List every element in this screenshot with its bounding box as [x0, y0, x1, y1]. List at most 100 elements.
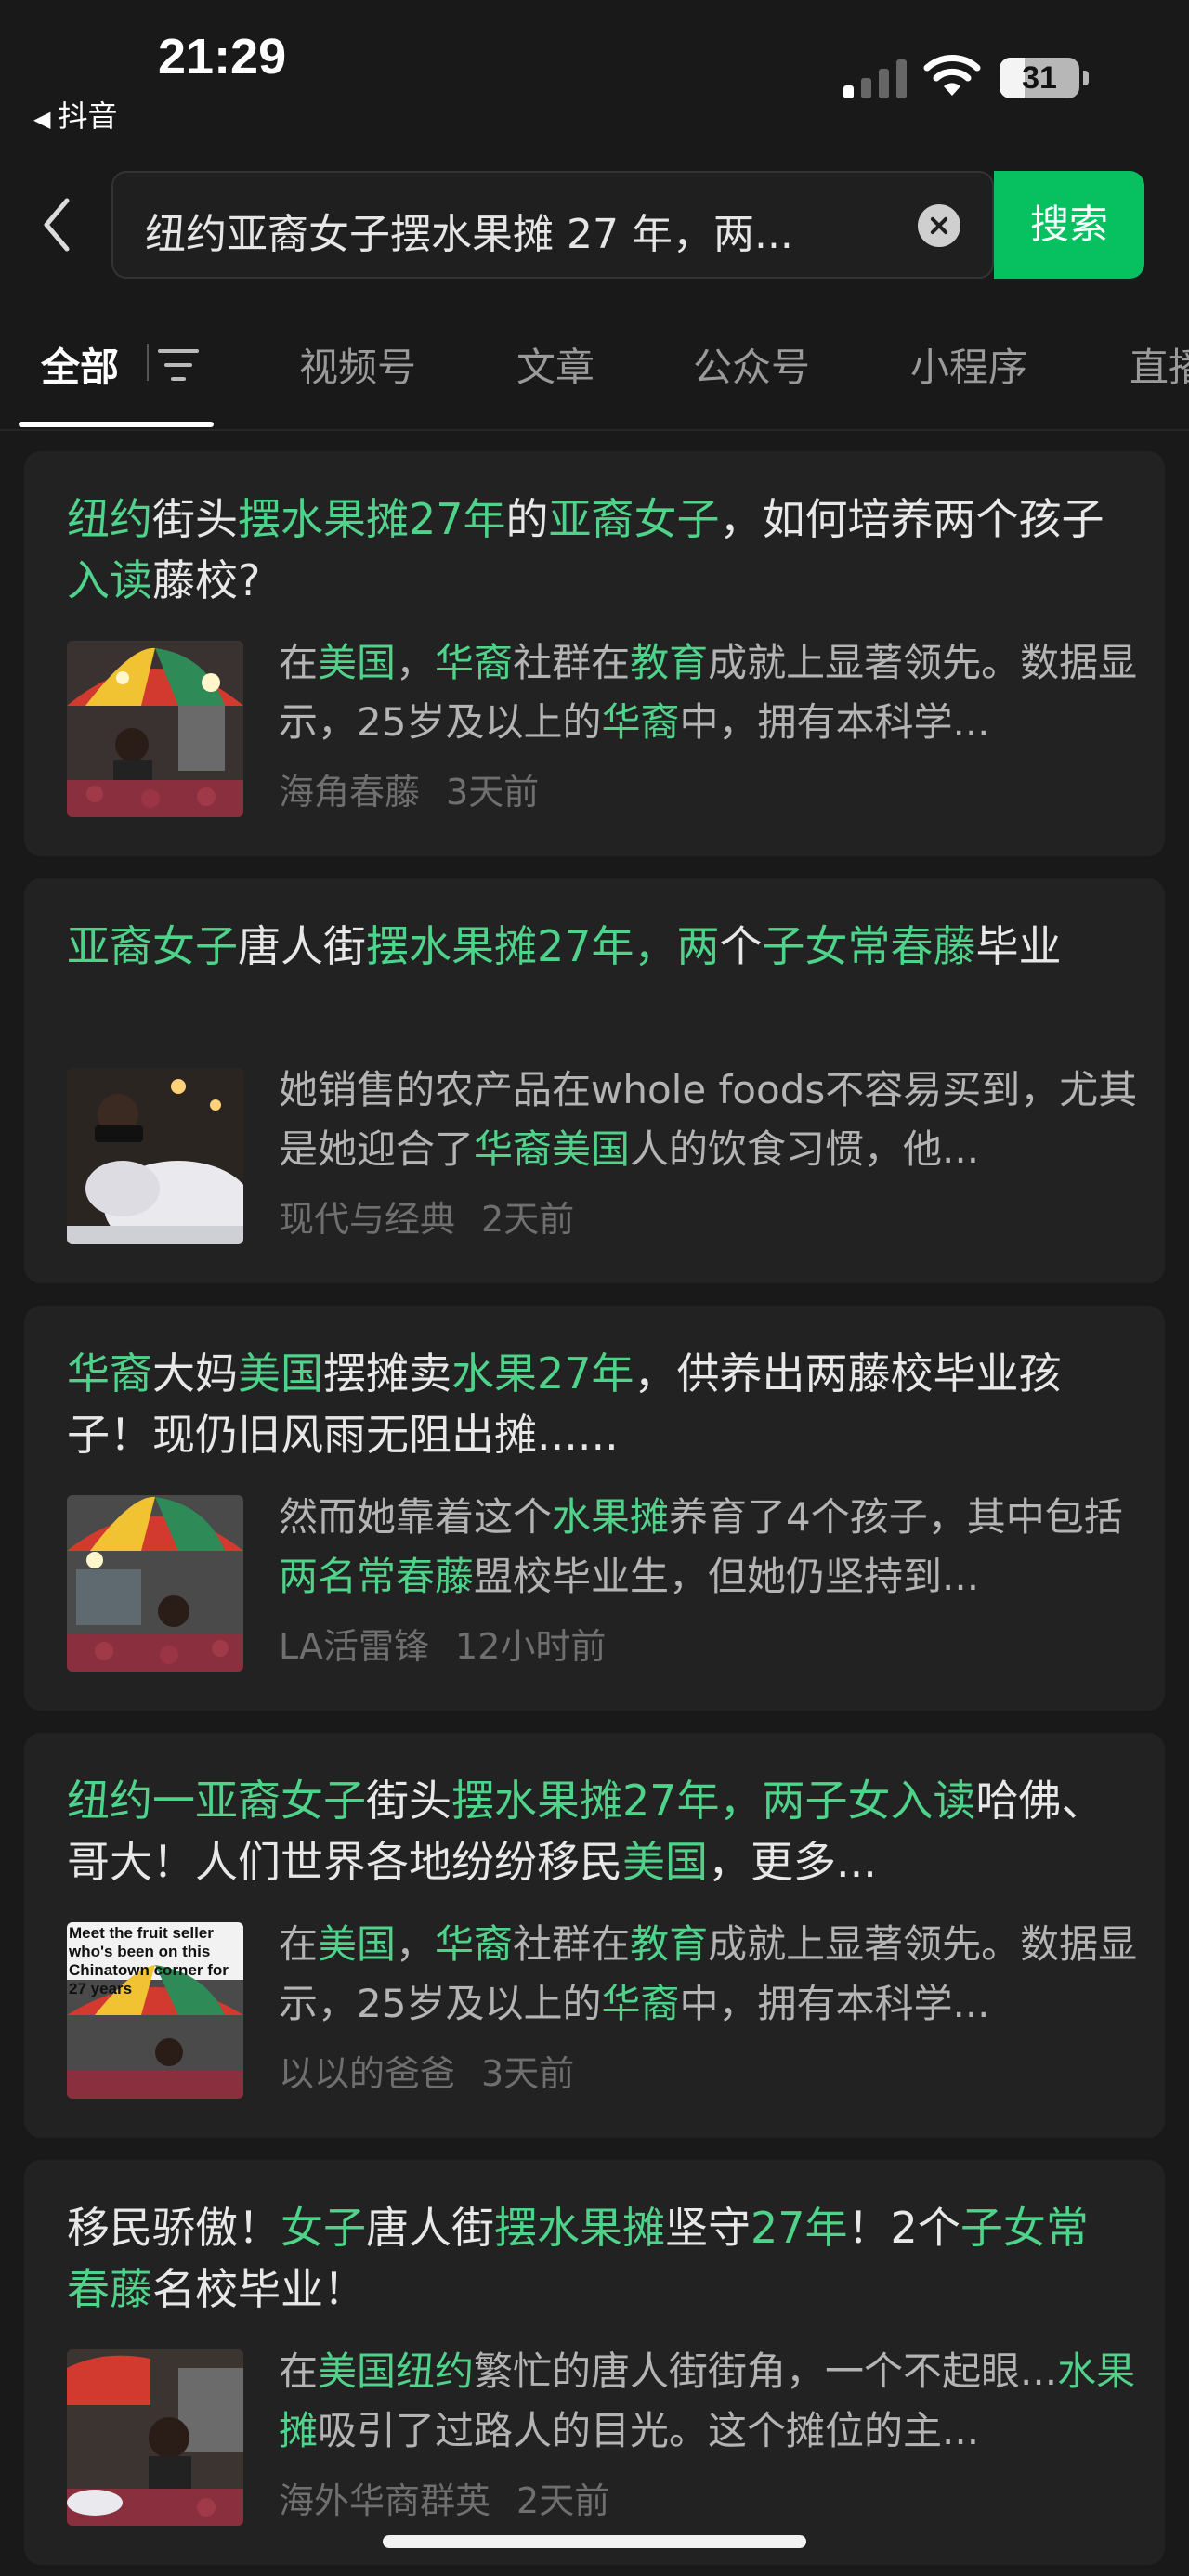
result-card[interactable]: 纽约一亚裔女子街头摆水果摊27年，两子女入读哈佛、哥大！人们世界各地纷纷移民美国… — [24, 1733, 1165, 2138]
highlighted-keyword: 摆水果摊 — [494, 2203, 665, 2253]
highlighted-keyword: 水果摊 — [552, 1494, 670, 1540]
highlighted-keyword: 美国 — [318, 640, 397, 685]
thumbnail-image — [67, 641, 243, 817]
text-segment: 人的饮食习惯，他... — [630, 1126, 980, 1172]
tab-divider — [147, 344, 149, 381]
search-input[interactable]: 纽约亚裔女子摆水果摊 27 年，两... — [111, 171, 994, 279]
result-source[interactable]: 现代与经典 — [279, 1199, 455, 1240]
highlighted-keyword: 子女常春藤 — [762, 921, 976, 971]
thumbnail-image — [67, 1068, 243, 1244]
result-time: 12小时前 — [455, 1626, 607, 1667]
battery-icon: 31 — [1000, 58, 1079, 98]
result-snippet: 然而她靠着这个水果摊养育了4个孩子，其中包括两名常春藤盟校毕业生，但她仍坚持到.… — [279, 1488, 1152, 1607]
text-segment: 坚守 — [665, 2203, 751, 2253]
text-segment: 社群在 — [513, 1921, 631, 1967]
result-time: 2天前 — [516, 2480, 610, 2521]
result-card[interactable]: 亚裔女子唐人街摆水果摊27年，两个子女常春藤毕业 她销售的农产品在whole f… — [24, 878, 1165, 1283]
signal-icon — [843, 58, 907, 98]
text-segment: 摆摊卖 — [323, 1348, 451, 1399]
back-chevron-icon[interactable] — [37, 195, 78, 254]
battery-cap — [1083, 71, 1089, 85]
highlighted-keyword: 华裔 — [435, 640, 514, 685]
result-meta: 海角春藤 3天前 — [279, 763, 539, 814]
result-card[interactable]: 纽约街头摆水果摊27年的亚裔女子，如何培养两个孩子入读藤校? 在美国，华裔社群在… — [24, 451, 1165, 856]
result-meta: 现代与经典 2天前 — [279, 1190, 574, 1242]
thumbnail-image: Meet the fruit seller who's been on this… — [67, 1922, 243, 2099]
text-segment: ， — [396, 1921, 436, 1967]
filter-icon[interactable] — [158, 347, 199, 383]
text-segment: 大妈 — [152, 1348, 238, 1399]
clear-icon[interactable] — [918, 204, 960, 247]
tab-official-accounts[interactable]: 公众号 — [693, 336, 810, 393]
home-indicator[interactable] — [383, 2535, 806, 2548]
thumbnail-image — [67, 1495, 243, 1672]
result-card[interactable]: 移民骄傲！女子唐人街摆水果摊坚守27年！2个子女常春藤名校毕业！ 在美国纽约繁忙… — [24, 2160, 1165, 2565]
tab-all[interactable]: 全部 — [41, 336, 119, 393]
highlighted-keyword: 亚裔女子 — [548, 494, 720, 544]
result-title[interactable]: 纽约街头摆水果摊27年的亚裔女子，如何培养两个孩子入读藤校? — [67, 488, 1126, 611]
tab-articles[interactable]: 文章 — [516, 336, 594, 393]
highlighted-keyword: 美国 — [622, 1837, 708, 1887]
highlighted-keyword: 水果27年 — [451, 1348, 634, 1399]
text-segment: 在 — [279, 640, 319, 685]
text-segment: 养育了4个孩子，其中包括 — [669, 1494, 1123, 1540]
wifi-icon — [923, 55, 981, 96]
search-query[interactable]: 纽约亚裔女子摆水果摊 27 年，两... — [145, 201, 916, 260]
search-button[interactable]: 搜索 — [994, 171, 1144, 279]
text-segment: ！2个 — [847, 2203, 960, 2253]
back-to-app-link[interactable]: ◀ 抖音 — [33, 93, 117, 136]
result-source[interactable]: 海外华商群英 — [279, 2480, 490, 2521]
text-segment: 街头 — [152, 494, 238, 544]
highlighted-keyword: 亚裔女子 — [67, 921, 238, 971]
result-title[interactable]: 华裔大妈美国摆摊卖水果27年，供养出两藤校毕业孩子！现仍旧风雨无阻出摊.....… — [67, 1343, 1126, 1465]
text-segment: 社群在 — [513, 640, 631, 685]
highlighted-keyword: 27年 — [751, 2203, 848, 2253]
text-segment: 毕业 — [975, 921, 1062, 971]
highlighted-keyword: 华裔 — [67, 1348, 152, 1399]
back-triangle-icon: ◀ — [33, 106, 51, 132]
text-segment: 中，拥有本科学... — [679, 1981, 990, 2026]
result-title[interactable]: 亚裔女子唐人街摆水果摊27年，两个子女常春藤毕业 — [67, 916, 1126, 1038]
text-segment: 唐人街 — [238, 921, 366, 971]
text-segment: 的 — [505, 494, 549, 544]
status-time: 21:29 — [158, 29, 287, 85]
highlighted-keyword: 两名常春藤 — [279, 1554, 475, 1599]
highlighted-keyword: 摆水果摊27年，两子女入读 — [451, 1776, 976, 1826]
highlighted-keyword: 华裔 — [601, 699, 680, 745]
text-segment: 移民骄傲！ — [67, 2203, 281, 2253]
back-app-label: 抖音 — [58, 98, 118, 134]
text-segment: 吸引了过路人的目光。这个摊位的主... — [318, 2408, 980, 2453]
text-segment: 盟校毕业生，但她仍坚持到... — [474, 1554, 980, 1599]
text-segment: 中，拥有本科学... — [679, 699, 990, 745]
text-segment: ，更多... — [708, 1837, 877, 1887]
result-card[interactable]: 华裔大妈美国摆摊卖水果27年，供养出两藤校毕业孩子！现仍旧风雨无阻出摊.....… — [24, 1306, 1165, 1711]
result-source[interactable]: LA活雷锋 — [279, 1626, 429, 1667]
text-segment: 街头 — [366, 1776, 451, 1826]
highlighted-keyword: 华裔美国 — [474, 1126, 631, 1172]
result-time: 3天前 — [481, 2053, 575, 2094]
result-source[interactable]: 海角春藤 — [279, 772, 420, 813]
active-tab-indicator — [19, 422, 214, 427]
highlighted-keyword: 摆水果摊27年，两 — [366, 921, 720, 971]
text-segment: ，如何培养两个孩子 — [719, 494, 1104, 544]
text-segment: 在 — [279, 2348, 319, 2394]
highlighted-keyword: 纽约 — [67, 494, 152, 544]
highlighted-keyword: 美国纽约 — [318, 2348, 475, 2394]
result-snippet: 在美国纽约繁忙的唐人街街角，一个不起眼...水果摊吸引了过路人的目光。这个摊位的… — [279, 2342, 1152, 2461]
text-segment: 名校毕业！ — [152, 2264, 366, 2314]
result-title[interactable]: 移民骄傲！女子唐人街摆水果摊坚守27年！2个子女常春藤名校毕业！ — [67, 2197, 1126, 2320]
text-segment: 繁忙的唐人街街角，一个不起眼... — [474, 2348, 1058, 2394]
result-snippet: 她销售的农产品在whole foods不容易买到，尤其是她迎合了华裔美国人的饮食… — [279, 1060, 1152, 1179]
highlighted-keyword: 华裔 — [601, 1981, 680, 2026]
tab-live[interactable]: 直播 — [1130, 336, 1189, 393]
tab-mini-programs[interactable]: 小程序 — [910, 336, 1027, 393]
tab-channels[interactable]: 视频号 — [299, 336, 416, 393]
text-segment: 个 — [719, 921, 763, 971]
highlighted-keyword: 教育 — [630, 640, 709, 685]
result-source[interactable]: 以以的爸爸 — [279, 2053, 455, 2094]
result-snippet: 在美国，华裔社群在教育成就上显著领先。数据显示，25岁及以上的华裔中，拥有本科学… — [279, 633, 1152, 752]
result-title[interactable]: 纽约一亚裔女子街头摆水果摊27年，两子女入读哈佛、哥大！人们世界各地纷纷移民美国… — [67, 1770, 1126, 1893]
result-time: 2天前 — [481, 1199, 575, 1240]
highlighted-keyword: 教育 — [630, 1921, 709, 1967]
thumbnail-image — [67, 2349, 243, 2526]
